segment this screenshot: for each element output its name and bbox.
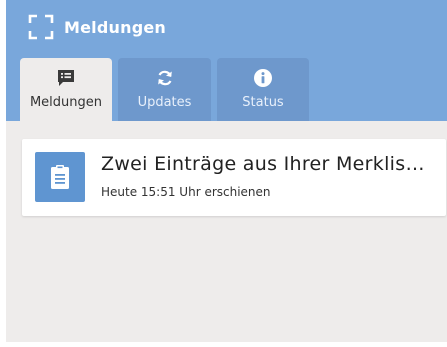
expand-corners-icon [28,14,54,40]
message-list-icon [58,70,74,86]
notification-card[interactable]: Zwei Einträge aus Ihrer Merklis… Heute 1… [22,139,446,216]
app-title-row: Meldungen [28,13,166,41]
tab-label-updates: Updates [137,95,192,110]
clipboard-icon [51,165,69,189]
tab-updates[interactable]: Updates [118,58,211,121]
notification-timestamp: Heute 15:51 Uhr erschienen [101,185,271,199]
tab-label-meldungen: Meldungen [29,95,103,110]
sync-icon [157,70,172,86]
app-header: Meldungen Meldungen Updates Status [6,0,447,121]
app-title: Meldungen [64,17,166,37]
info-icon [254,69,272,87]
notification-icon-box [35,152,85,202]
tab-status[interactable]: Status [217,58,309,121]
notification-title: Zwei Einträge aus Ihrer Merklis… [101,153,425,175]
tab-meldungen[interactable]: Meldungen [20,58,112,121]
tab-label-status: Status [242,95,284,110]
app-window: Meldungen Meldungen Updates Status Zwei … [6,0,447,342]
